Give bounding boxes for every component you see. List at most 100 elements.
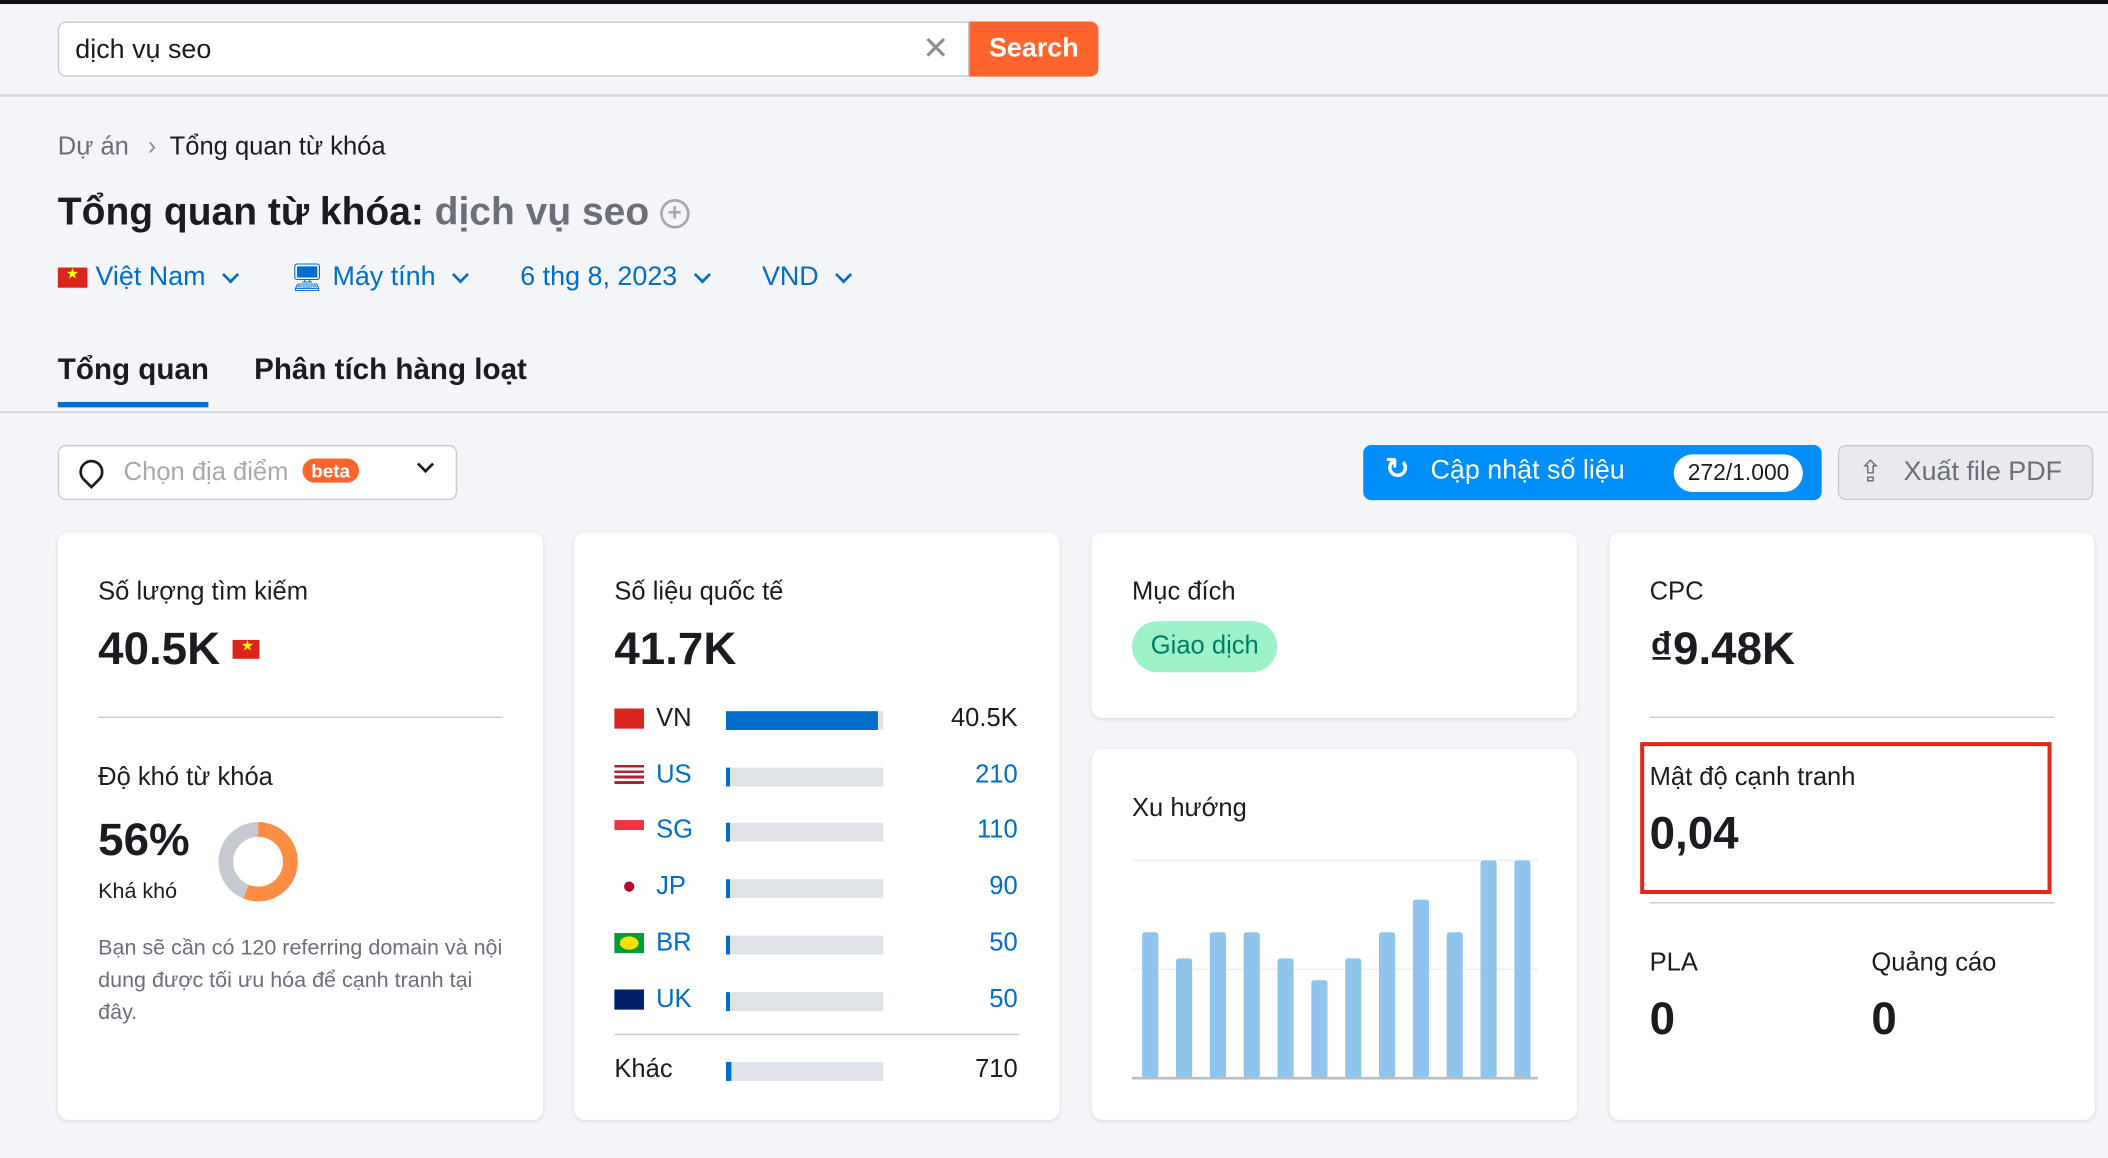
trend-bar [1480,860,1497,1079]
difficulty-value: 56% [98,814,190,866]
update-count-badge: 272/1.000 [1674,454,1803,493]
intent-label: Mục đích [1131,578,1236,607]
beta-badge: beta [301,458,360,483]
export-label: Xuất file PDF [1903,457,2063,487]
country-row[interactable]: US 210 [614,761,1018,793]
country-value[interactable]: 210 [975,761,1018,791]
country-share-bar [725,823,884,843]
date-label: 6 thg 8, 2023 [520,262,678,292]
location-select[interactable]: Chọn địa điểm beta [57,444,458,501]
update-metrics-button[interactable]: ↻ Cập nhật số liệu 272/1.000 [1363,444,1822,501]
page-title: Tổng quan từ khóa: dịch vụ seo + [58,191,690,235]
divider [98,716,503,718]
title-keyword: dịch vụ seo [434,190,650,234]
country-row[interactable]: VN 40.5K [614,704,1018,736]
country-value: 40.5K [950,704,1018,733]
filters: Việt Nam 🖥Máy tính 6 thg 8, 2023 VND [57,261,853,295]
pla-label: PLA [1649,949,1698,978]
tabs: Tổng quan Phân tích hàng loạt [0,347,2108,413]
chevron-down-icon [416,455,435,474]
cpc-value: ₫9.48K [1649,623,1796,675]
country-row[interactable]: JP 90 [614,873,1018,905]
country-code[interactable]: SG [656,817,693,847]
add-icon[interactable]: + [659,198,690,229]
trend-bar [1142,932,1159,1079]
flag-icon [614,988,644,1009]
location-placeholder: Chọn địa điểm [123,458,289,487]
breadcrumb-projects[interactable]: Dự án [58,133,129,161]
country-row[interactable]: SG 110 [614,817,1018,849]
country-code[interactable]: UK [656,985,692,1015]
flag-icon [614,820,644,841]
trend-bar [1345,958,1362,1079]
flag-icon [614,932,644,953]
country-value[interactable]: 90 [989,873,1017,903]
country-label: Việt Nam [95,262,206,292]
country-code[interactable]: US [656,761,692,791]
other-share-bar [725,1062,884,1081]
competition-highlight-box [1640,742,2052,895]
volume-label: Số lượng tìm kiếm [98,578,309,607]
other-value: 710 [975,1055,1018,1084]
trend-bar [1243,932,1260,1079]
country-code[interactable]: BR [656,929,692,959]
difficulty-note: Bạn sẽ cần có 120 referring domain và nộ… [98,937,503,1025]
divider [614,1033,1020,1036]
country-row-other: Khác 710 [614,1055,1017,1087]
difficulty-label: Độ khó từ khóa [98,763,273,792]
country-value[interactable]: 50 [989,985,1017,1015]
title-label: Tổng quan từ khóa: [57,190,424,234]
trend-bar [1277,958,1294,1079]
pla-value: 0 [1649,993,1676,1045]
update-label: Cập nhật số liệu [1430,455,1625,486]
flag-icon [614,708,644,729]
date-select[interactable]: 6 thg 8, 2023 [520,261,711,295]
chevron-down-icon [693,265,711,283]
clear-icon[interactable]: ✕ [922,33,949,66]
volume-value: 40.5K [98,623,221,675]
trend-card: Xu hướng [1091,748,1577,1120]
tab-bulk-analysis[interactable]: Phân tích hàng loạt [254,352,527,387]
trend-bar [1379,932,1396,1079]
trend-label: Xu hướng [1131,794,1247,823]
vn-flag-icon [232,637,260,659]
global-label: Số liệu quốc tế [614,578,784,607]
flag-icon [614,764,644,785]
divider [1649,716,2055,718]
vn-flag-icon [57,265,88,288]
ads-value: 0 [1871,993,1897,1045]
country-row[interactable]: BR 50 [614,929,1018,961]
country-value[interactable]: 50 [989,929,1017,959]
country-share-bar [725,711,884,731]
location-pin-icon [74,454,109,489]
difficulty-level: Khá khó [98,880,178,904]
export-pdf-button[interactable]: ⇪ Xuất file PDF [1837,444,2094,501]
country-select[interactable]: Việt Nam [57,261,239,295]
chevron-down-icon [835,265,853,283]
device-select[interactable]: 🖥 Máy tính [290,261,469,295]
tab-overview[interactable]: Tổng quan [57,352,209,408]
volume-card: Số lượng tìm kiếm 40.5K Độ khó từ khóa 5… [57,532,544,1120]
trend-bar [1209,932,1226,1079]
country-code[interactable]: VN [656,704,692,734]
search-input[interactable]: dịch vụ seo [57,21,970,77]
divider [1649,902,2055,904]
country-code[interactable]: JP [656,873,686,903]
chevron-right-icon: › [147,133,157,162]
currency-select[interactable]: VND [762,261,853,295]
volume-value-row: 40.5K [98,624,260,676]
chevron-down-icon [451,265,469,283]
trend-bar [1412,899,1429,1079]
difficulty-donut [218,822,298,902]
trend-bar [1311,980,1328,1079]
country-share-bar [725,935,884,955]
refresh-icon: ↻ [1384,451,1410,486]
search-button[interactable]: Search [969,21,1099,77]
country-share-bar [725,767,884,787]
cpc-label: CPC [1649,578,1704,607]
country-value[interactable]: 110 [977,817,1018,847]
device-label: Máy tính [332,262,436,292]
intent-badge: Giao dịch [1131,621,1278,673]
country-row[interactable]: UK 50 [614,985,1018,1017]
intent-card: Mục đích Giao dịch [1091,532,1577,718]
